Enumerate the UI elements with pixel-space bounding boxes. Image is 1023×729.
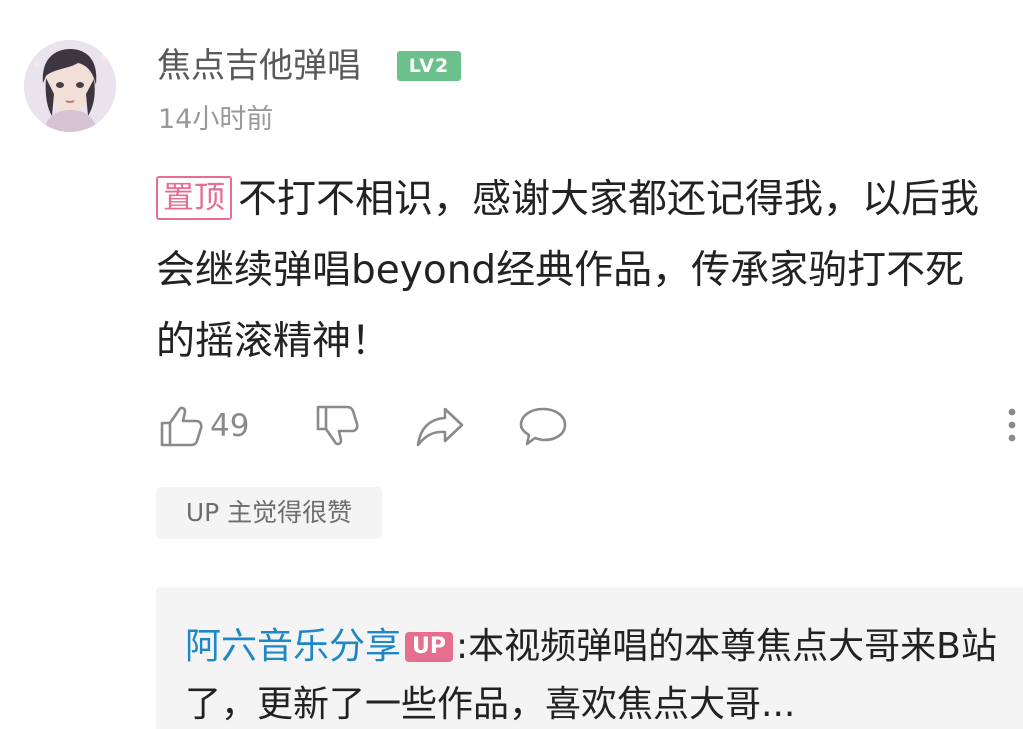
user-level-badge: LV2: [397, 51, 461, 81]
comment-body: 置顶 不打不相识，感谢大家都还记得我，以后我会继续弹唱beyond经典作品，传承家…: [156, 164, 1001, 377]
avatar-portrait-icon: [24, 40, 116, 132]
more-vertical-icon: [1008, 408, 1016, 442]
reply-button[interactable]: [518, 402, 568, 450]
share-icon: [416, 407, 464, 447]
comment-author-name[interactable]: 焦点吉他弹唱: [157, 44, 361, 88]
reply-preview[interactable]: 阿六音乐分享 UP:本视频弹唱的本尊焦点大哥来B站了，更新了一些作品，喜欢焦点大哥…: [156, 587, 1023, 729]
up-badge: UP: [405, 632, 454, 662]
thumbs-up-icon: [160, 406, 203, 447]
like-button[interactable]: 49: [158, 402, 249, 450]
comment-text: 不打不相识，感谢大家都还记得我，以后我会继续弹唱beyond经典作品，传承家驹打…: [156, 177, 980, 364]
more-options-button[interactable]: [1002, 400, 1022, 460]
up-liked-tag: UP 主觉得很赞: [156, 487, 382, 539]
thumbs-down-icon: [316, 405, 359, 446]
share-button[interactable]: [414, 402, 466, 450]
avatar[interactable]: [24, 40, 116, 132]
reply-preview-text: 阿六音乐分享 UP:本视频弹唱的本尊焦点大哥来B站了，更新了一些作品，喜欢焦点大哥…: [185, 618, 1015, 729]
like-count: 49: [210, 408, 250, 444]
pinned-badge: 置顶: [156, 176, 232, 220]
comment-screen: 焦点吉他弹唱 LV2 14小时前 置顶 不打不相识，感谢大家都还记得我，以后我会继…: [0, 0, 1023, 729]
comment-timestamp: 14小时前: [158, 104, 274, 135]
dislike-button[interactable]: [314, 402, 360, 450]
reply-author-name[interactable]: 阿六音乐分享: [185, 626, 401, 667]
comment-icon: [519, 407, 567, 446]
reply-separator: :: [456, 626, 469, 667]
